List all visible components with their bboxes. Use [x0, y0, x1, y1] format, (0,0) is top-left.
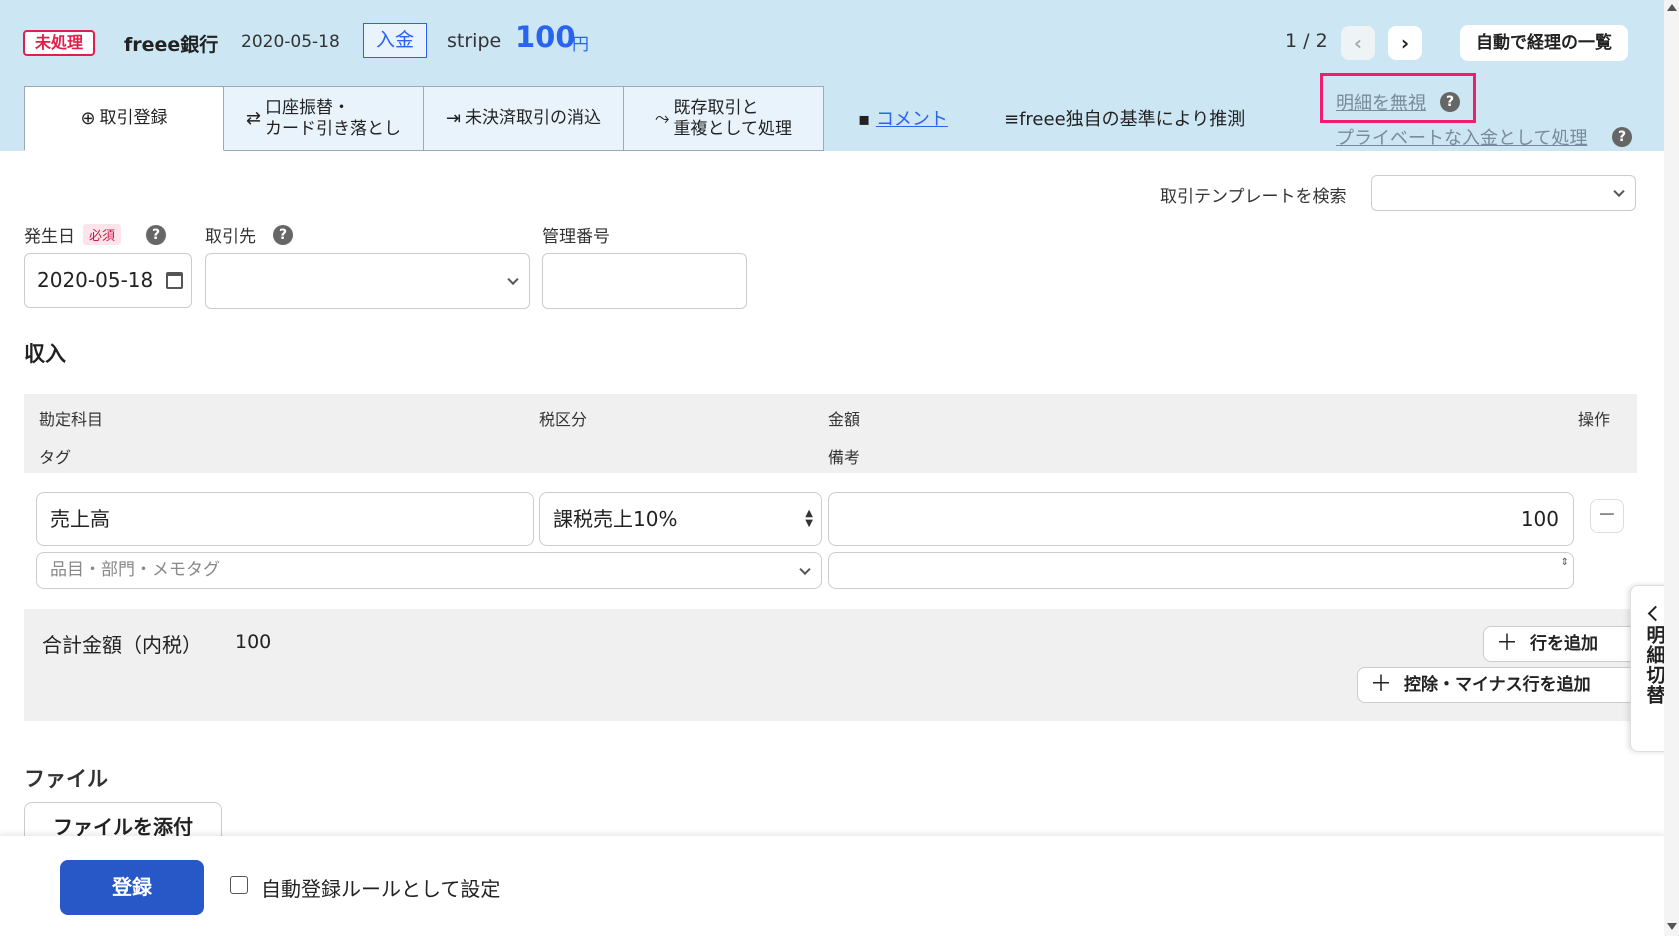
tag-placeholder: 品目・部門・メモタグ — [50, 560, 220, 580]
pager-indicator: 1 / 2 — [1285, 30, 1328, 52]
add-deduction-label: 控除・マイナス行を追加 — [1404, 675, 1591, 695]
help-icon[interactable]: ? — [273, 225, 293, 245]
private-deposit-link[interactable]: プライベートな入金として処理 — [1336, 124, 1587, 150]
add-deduction-row-button[interactable]: ＋ 控除・マイナス行を追加 — [1357, 667, 1638, 703]
deposit-type-badge: 入金 — [363, 23, 428, 58]
guess-link[interactable]: ≡freee独自の基準により推測 — [1004, 105, 1245, 131]
date-value: 2020-05-18 — [37, 268, 154, 292]
totals-panel: 合計金額（内税） 100 ＋ 行を追加 ＋ 控除・マイナス行を追加 — [24, 609, 1638, 721]
remove-row-button[interactable]: − — [1590, 499, 1624, 533]
income-section-title: 収入 — [24, 342, 66, 366]
action-tabs: ⊕ 取引登録 ⇄ 口座振替・ カード引き落とし ⇥ 未決済取引の消込 ⤳ 既存取… — [24, 86, 824, 151]
chevron-left-icon: ‹ — [1353, 31, 1363, 55]
memo-textarea[interactable]: ⇕ — [828, 552, 1574, 589]
chevron-down-icon — [799, 563, 811, 575]
col-account: 勘定科目 — [39, 410, 104, 429]
tax-value: 課税売上10% — [553, 507, 678, 531]
management-number-label: 管理番号 — [542, 227, 610, 247]
tab-label-line2: 重複として処理 — [673, 118, 792, 139]
file-section-title: ファイル — [24, 767, 108, 791]
date-label: 発生日 必須 — [24, 222, 122, 247]
tax-select[interactable]: 課税売上10% ▲ ▼ — [539, 492, 822, 546]
transaction-amount: 100 — [515, 20, 576, 54]
amount-input[interactable]: 100 — [828, 492, 1574, 546]
tab-label-line1: 口座振替・ — [265, 98, 351, 119]
swap-arrows-icon: ⇄ — [245, 107, 262, 129]
scroll-up-arrow-icon[interactable] — [1667, 4, 1677, 11]
plus-icon: ＋ — [1370, 672, 1393, 697]
tab-label-line1: 既存取引と — [673, 98, 759, 119]
management-number-input[interactable] — [542, 253, 747, 309]
chevron-right-icon: › — [1400, 31, 1410, 55]
col-tag: タグ — [39, 448, 72, 467]
footer-bar: 登録 自動登録ルールとして設定 — [0, 836, 1664, 936]
income-table-header: 勘定科目 税区分 金額 操作 タグ 備考 — [24, 394, 1637, 473]
guess-label: freee独自の基準により推測 — [1019, 109, 1246, 130]
tab-register-transaction[interactable]: ⊕ 取引登録 — [24, 86, 224, 151]
date-label-text: 発生日 — [24, 227, 75, 247]
partner-select[interactable] — [205, 253, 530, 309]
auto-accounting-list-button[interactable]: 自動で経理の一覧 — [1460, 25, 1628, 61]
bank-name: freee銀行 — [124, 34, 219, 56]
tab-reconcile-unsettled[interactable]: ⇥ 未決済取引の消込 — [424, 86, 624, 151]
account-input[interactable]: 売上高 — [36, 492, 534, 546]
list-check-icon: ≡ — [1004, 109, 1020, 130]
template-select[interactable] — [1371, 175, 1636, 211]
transaction-description: stripe — [447, 30, 502, 52]
tab-label: 既存取引と 重複として処理 — [673, 98, 792, 139]
comment-link[interactable]: ▪ コメント — [858, 105, 948, 131]
transaction-date: 2020-05-18 — [241, 32, 340, 52]
tab-label-line2: カード引き落とし — [265, 118, 402, 139]
add-row-label: 行を追加 — [1530, 634, 1599, 654]
merge-icon: ⇥ — [445, 107, 462, 129]
tab-label: 未決済取引の消込 — [465, 108, 602, 129]
duplicate-icon: ⤳ — [655, 107, 670, 129]
ignore-statement-link[interactable]: 明細を無視 — [1336, 89, 1426, 115]
chevron-down-icon — [1613, 185, 1625, 198]
plus-circle-icon: ⊕ — [80, 107, 96, 129]
minus-icon: − — [1597, 502, 1617, 527]
tab-label: 取引登録 — [99, 108, 168, 129]
required-badge: 必須 — [83, 224, 122, 245]
updown-arrows-icon: ▲ ▼ — [805, 508, 813, 529]
col-action: 操作 — [1578, 410, 1611, 429]
chevron-down-icon — [507, 273, 519, 286]
chevron-left-icon — [1647, 605, 1663, 622]
auto-rule-checkbox[interactable] — [230, 876, 248, 894]
comment-label: コメント — [875, 109, 948, 130]
help-icon[interactable]: ? — [1612, 127, 1632, 147]
prev-button[interactable]: ‹ — [1341, 26, 1375, 60]
template-search-label: 取引テンプレートを検索 — [1160, 187, 1347, 207]
vertical-scrollbar[interactable] — [1664, 0, 1679, 936]
col-tax: 税区分 — [539, 410, 588, 429]
tag-select[interactable]: 品目・部門・メモタグ — [36, 552, 822, 589]
add-row-button[interactable]: ＋ 行を追加 — [1483, 626, 1638, 662]
tab-label: 口座振替・ カード引き落とし — [265, 98, 401, 139]
resize-handle-icon[interactable]: ⇕ — [1561, 557, 1569, 568]
status-badge: 未処理 — [23, 30, 96, 56]
auto-rule-label[interactable]: 自動登録ルールとして設定 — [261, 873, 500, 902]
tab-mark-duplicate[interactable]: ⤳ 既存取引と 重複として処理 — [624, 86, 824, 151]
transaction-header: 未処理 freee銀行 2020-05-18 入金 stripe 100 円 1… — [0, 0, 1679, 151]
next-button[interactable]: › — [1388, 26, 1422, 60]
col-memo: 備考 — [828, 448, 861, 467]
help-icon[interactable]: ? — [146, 225, 166, 245]
col-amount: 金額 — [828, 410, 861, 429]
plus-icon: ＋ — [1496, 631, 1519, 656]
tab-account-transfer[interactable]: ⇄ 口座振替・ カード引き落とし — [224, 86, 424, 151]
comment-icon: ▪ — [858, 109, 871, 130]
total-value: 100 — [235, 631, 272, 653]
register-button[interactable]: 登録 — [60, 860, 204, 915]
date-input[interactable]: 2020-05-18 — [24, 253, 192, 308]
amount-unit: 円 — [572, 35, 589, 55]
help-icon[interactable]: ? — [1440, 92, 1460, 112]
total-label: 合計金額（内税） — [42, 633, 202, 657]
calendar-icon[interactable] — [166, 272, 183, 289]
scroll-down-arrow-icon[interactable] — [1667, 923, 1677, 930]
partner-label: 取引先 — [205, 227, 256, 247]
